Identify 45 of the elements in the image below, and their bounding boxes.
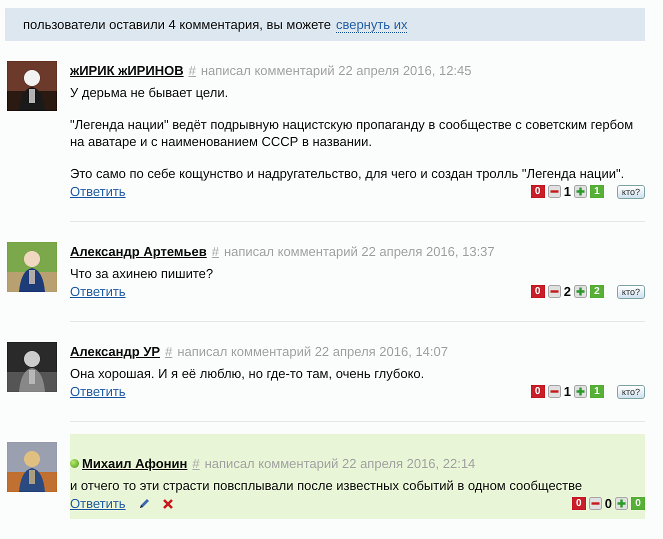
reply-link[interactable]: Ответить [70,384,126,399]
collapse-link[interactable]: свернуть их [336,17,408,33]
upvote-button[interactable] [574,285,587,298]
downvote-count: 0 [530,285,545,298]
comment-text: и отчего то эти страсти повсплывали после известных событий в одном сообществе [70,477,584,494]
author-link[interactable]: жИРИК жИРИНОВ [70,62,184,78]
comment-text: Что за ахинею пишите? [70,265,214,282]
downvote-count: 0 [530,185,545,198]
who-voted-button[interactable]: кто? [616,184,645,198]
comment-date: написал комментарий 22 апреля 2016, 14:07 [177,344,448,358]
comment-date: написал комментарий 22 апреля 2016, 12:45 [200,62,472,78]
rating-score: 2 [564,284,571,299]
rating-score: 0 [604,496,612,511]
author-link[interactable]: Александр Артемьев [70,244,207,258]
who-voted-button[interactable]: кто? [616,384,645,398]
comment-date: написал комментарий 22 апреля 2016, 22:14 [204,456,476,470]
downvote-button[interactable] [548,185,561,198]
who-voted-button[interactable]: кто? [616,284,645,298]
reply-link[interactable]: Ответить [70,184,126,199]
delete-icon[interactable] [162,498,174,510]
pencil-icon[interactable] [138,498,150,510]
upvote-button[interactable] [574,185,587,198]
upvote-count: 2 [590,285,604,298]
comment-text: У дерьма не бывает цели. [70,84,230,101]
author-link[interactable]: Михаил Афонин [82,456,188,470]
comment-date: написал комментарий 22 апреля 2016, 13:37 [224,244,495,258]
upvote-count: 0 [631,497,645,510]
comment-text: "Легенда нации" ведёт подрывную нацистскую пропаганду в сообществе с советским гербом на аватаре и с наименованием СССР в названии. [70,116,634,150]
downvote-count: 0 [572,497,586,510]
author-link[interactable]: Александр УР [70,344,160,358]
upvote-count: 1 [590,185,604,198]
downvote-count: 0 [530,385,545,398]
upvote-button[interactable] [574,385,587,398]
rating-score: 1 [564,384,571,399]
downvote-button[interactable] [548,385,561,398]
downvote-button[interactable] [548,285,561,298]
comment-text: Это само по себе кощунство и надругательство, для чего и создан тролль "Легенда нации". [70,165,626,182]
upvote-count: 1 [590,385,604,398]
notice-text: пользователи оставили 4 комментария, вы можете [23,17,331,33]
rating-score: 1 [564,184,571,199]
downvote-button[interactable] [588,497,602,510]
reply-link[interactable]: Ответить [70,496,126,511]
reply-link[interactable]: Ответить [70,284,126,299]
upvote-button[interactable] [615,497,628,510]
comment-text: Она хорошая. И я её люблю, но где-то там, очень глубоко. [70,365,426,382]
